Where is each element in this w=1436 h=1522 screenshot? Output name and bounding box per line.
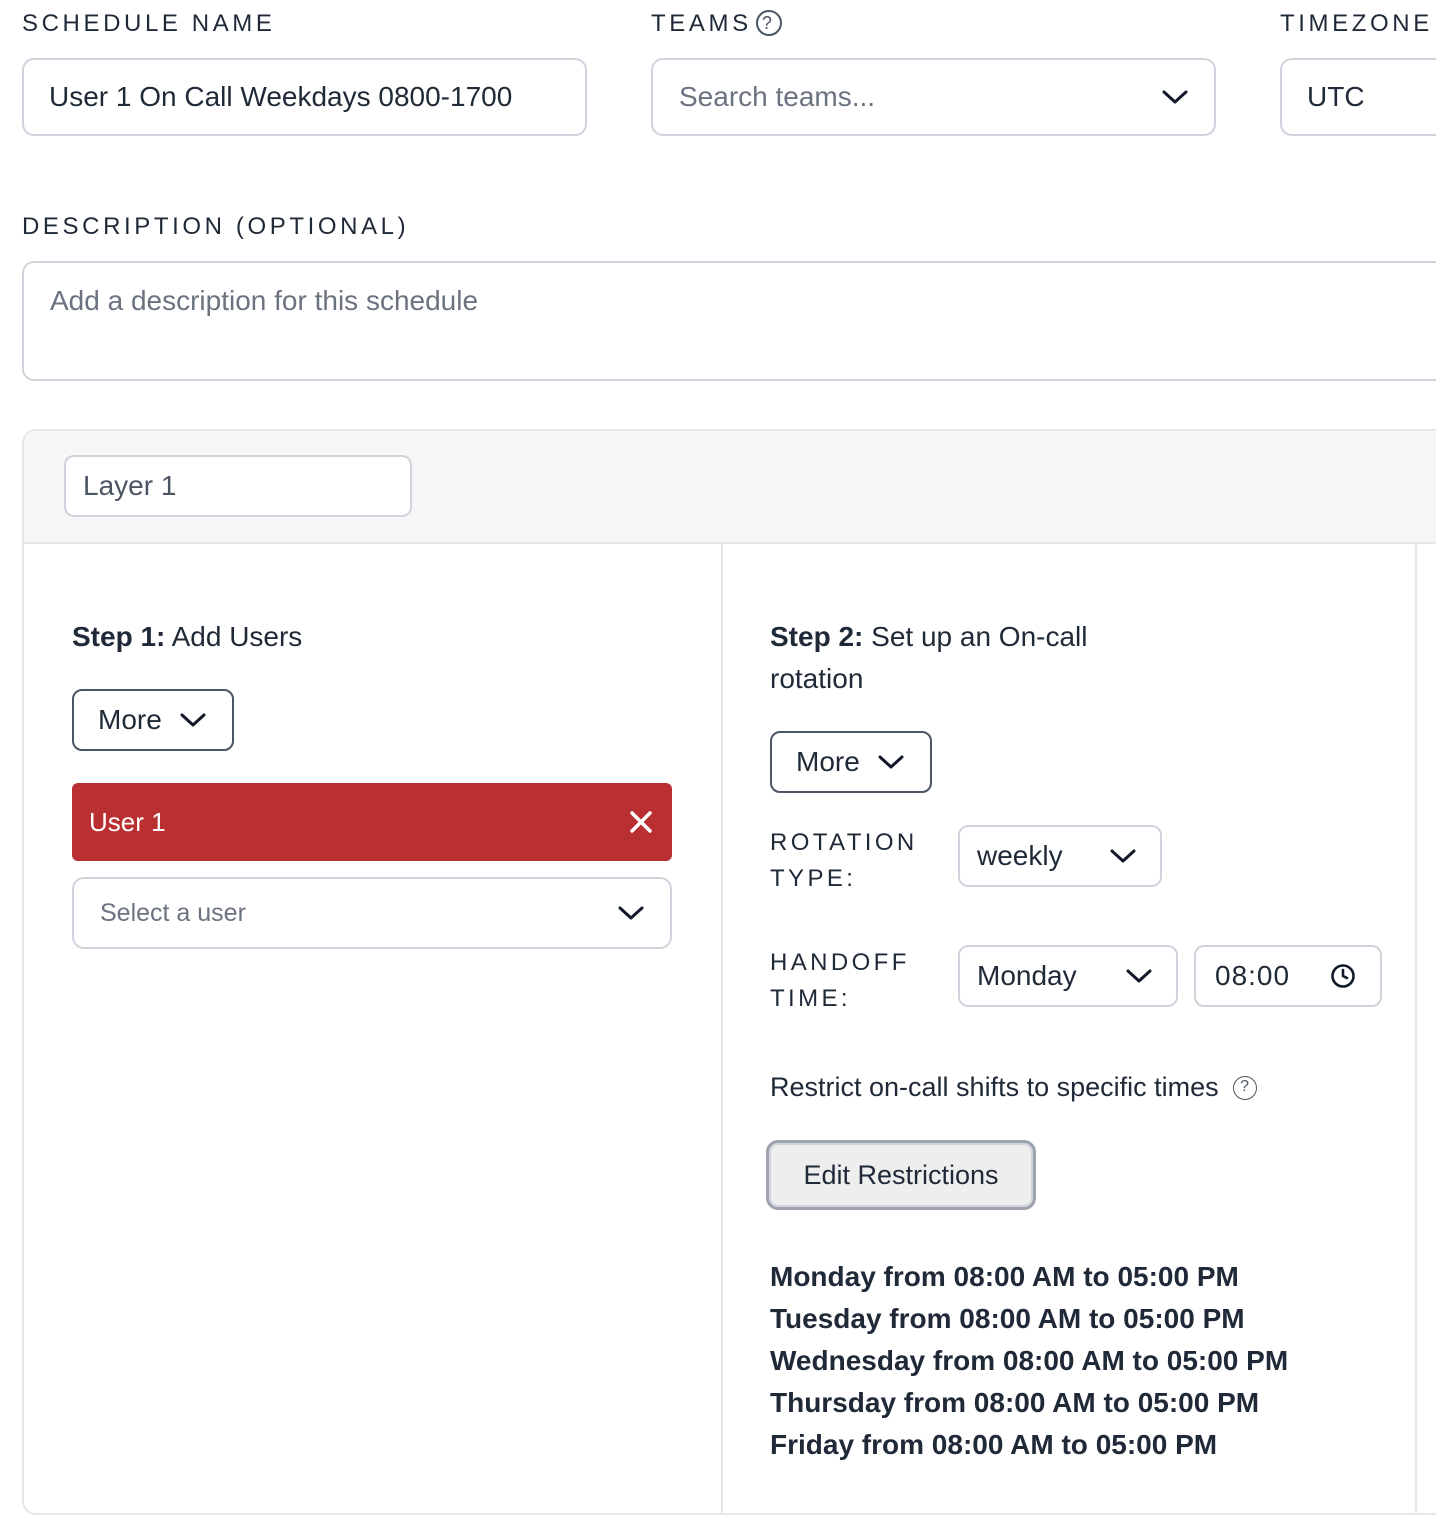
edit-restrictions-label: Edit Restrictions (803, 1159, 999, 1190)
rotation-type-value: weekly (977, 840, 1063, 871)
timezone-label: TIMEZONE (1280, 10, 1433, 37)
rotation-type-label: ROTATION TYPE: (770, 825, 918, 897)
restriction-item: Wednesday from 08:00 AM to 05:00 PM (770, 1345, 1289, 1376)
column-divider (1415, 544, 1417, 1513)
user-chip: User 1 (72, 783, 672, 861)
user-chip-name: User 1 (89, 806, 166, 837)
handoff-time-label: HANDOFF TIME: (770, 945, 910, 1017)
timezone-select[interactable]: UTC (1280, 58, 1436, 136)
step2-title-text: Set up an On-call (863, 621, 1088, 652)
restriction-item: Monday from 08:00 AM to 05:00 PM (770, 1261, 1239, 1292)
restriction-item: Thursday from 08:00 AM to 05:00 PM (770, 1387, 1260, 1418)
chevron-down-icon (180, 712, 206, 728)
step1-title-bold: Step 1: (72, 621, 166, 652)
step2-title-bold: Step 2: (770, 621, 864, 652)
rotation-type-select[interactable]: weekly (958, 825, 1162, 887)
step2-more-button[interactable]: More (770, 731, 932, 793)
rotation-type-label-line1: ROTATION (770, 829, 918, 856)
description-placeholder: Add a description for this schedule (50, 285, 479, 316)
help-icon[interactable]: ? (755, 10, 782, 36)
restrictions-list: Monday from 08:00 AM to 05:00 PM Tuesday… (770, 1256, 1288, 1466)
close-icon[interactable] (628, 809, 654, 835)
chevron-down-icon (878, 754, 904, 770)
more-label: More (796, 746, 860, 777)
schedule-name-label: SCHEDULE NAME (22, 10, 276, 37)
select-user-dropdown[interactable]: Select a user (72, 877, 672, 949)
column-divider (721, 544, 723, 1513)
timezone-value: UTC (1307, 81, 1365, 112)
teams-label-text: TEAMS (651, 10, 752, 37)
teams-label: TEAMS? (651, 10, 782, 38)
more-label: More (98, 704, 162, 735)
rotation-type-label-line2: TYPE: (770, 865, 857, 892)
edit-restrictions-button[interactable]: Edit Restrictions (766, 1140, 1036, 1210)
chevron-down-icon (618, 905, 644, 921)
restrict-shifts-text: Restrict on-call shifts to specific time… (770, 1072, 1219, 1102)
layer-name-value: Layer 1 (83, 470, 177, 501)
layer-name-input[interactable]: Layer 1 (64, 455, 412, 517)
restrict-shifts-label: Restrict on-call shifts to specific time… (770, 1072, 1257, 1103)
description-label: DESCRIPTION (OPTIONAL) (22, 213, 410, 240)
handoff-label-line1: HANDOFF (770, 949, 910, 976)
step1-more-button[interactable]: More (72, 689, 234, 751)
handoff-day-select[interactable]: Monday (958, 945, 1178, 1007)
handoff-time-input[interactable]: 08:00 (1194, 945, 1382, 1007)
step1-title: Step 1: Add Users (72, 616, 302, 658)
handoff-time-value: 08:00 (1215, 960, 1291, 991)
restriction-item: Friday from 08:00 AM to 05:00 PM (770, 1429, 1218, 1460)
step2-title-text-line2: rotation (770, 663, 864, 694)
chevron-down-icon (1126, 968, 1152, 984)
teams-select[interactable]: Search teams... (651, 58, 1216, 136)
step2-title: Step 2: Set up an On-call rotation (770, 616, 1087, 700)
handoff-day-value: Monday (977, 960, 1077, 991)
handoff-label-line2: TIME: (770, 985, 851, 1012)
clock-icon[interactable] (1330, 963, 1356, 989)
chevron-down-icon (1110, 848, 1136, 864)
schedule-name-value: User 1 On Call Weekdays 0800-1700 (49, 81, 513, 112)
help-icon[interactable]: ? (1232, 1075, 1257, 1100)
step1-title-text: Add Users (165, 621, 303, 652)
schedule-name-input[interactable]: User 1 On Call Weekdays 0800-1700 (22, 58, 587, 136)
select-user-placeholder: Select a user (100, 898, 246, 927)
teams-placeholder: Search teams... (679, 81, 876, 112)
chevron-down-icon (1162, 89, 1188, 105)
description-textarea[interactable]: Add a description for this schedule (22, 261, 1436, 381)
restriction-item: Tuesday from 08:00 AM to 05:00 PM (770, 1303, 1245, 1334)
